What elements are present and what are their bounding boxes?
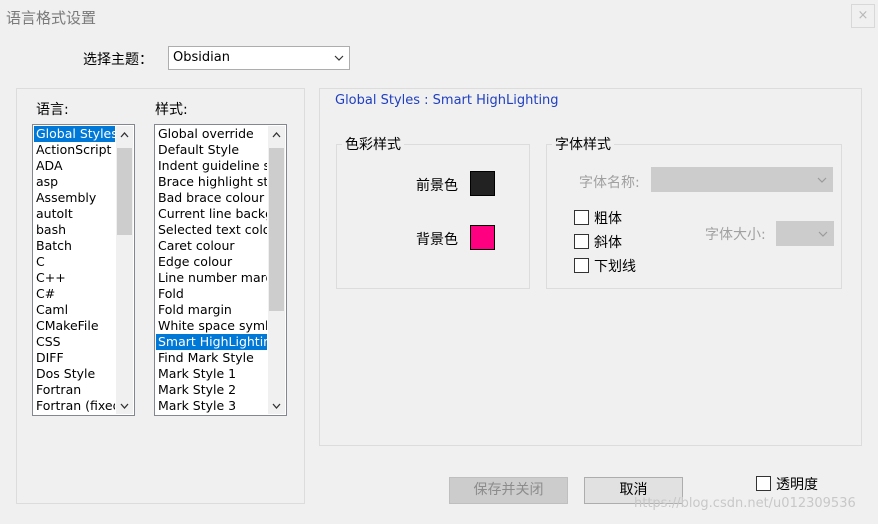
style-list-item[interactable]: Fold margin [156, 302, 267, 318]
font-name-select[interactable] [651, 167, 833, 192]
scroll-up-icon[interactable] [116, 126, 133, 143]
font-style-legend: 字体样式 [552, 134, 614, 154]
bold-label: 粗体 [594, 211, 622, 227]
language-list-item[interactable]: ActionScript [34, 142, 115, 158]
italic-checkbox[interactable] [574, 234, 589, 249]
language-list-item[interactable]: Fortran [34, 382, 115, 398]
style-list-item[interactable]: Indent guideline st [156, 158, 267, 174]
style-list-item[interactable]: Bad brace colour [156, 190, 267, 206]
style-list-item[interactable]: Default Style [156, 142, 267, 158]
language-list-item[interactable]: C++ [34, 270, 115, 286]
style-list-item[interactable]: Edge colour [156, 254, 267, 270]
style-list-item[interactable]: Selected text colou [156, 222, 267, 238]
background-color-swatch[interactable] [470, 225, 495, 250]
language-label: 语言: [36, 102, 69, 118]
language-list-item[interactable]: Assembly [34, 190, 115, 206]
language-list-item[interactable]: Batch [34, 238, 115, 254]
theme-select[interactable]: Obsidian [168, 46, 350, 70]
style-label: 样式: [155, 102, 188, 118]
scroll-down-icon[interactable] [116, 397, 133, 414]
font-name-label: 字体名称: [579, 175, 640, 191]
style-scrollbar[interactable] [268, 126, 285, 414]
scroll-down-icon[interactable] [268, 397, 285, 414]
transparency-label: 透明度 [776, 477, 818, 493]
font-size-select[interactable] [776, 221, 834, 246]
style-list-item[interactable]: Current line backgr [156, 206, 267, 222]
language-list-item[interactable]: Fortran (fixed [34, 398, 115, 414]
language-list-item[interactable]: ADA [34, 158, 115, 174]
language-list[interactable]: Global Styles ActionScript ADA asp Assembly a… [32, 124, 135, 416]
language-list-item[interactable]: Caml [34, 302, 115, 318]
theme-select-value: Obsidian [173, 50, 230, 65]
style-list-item[interactable]: Line number marg [156, 270, 267, 286]
close-icon: × [857, 8, 869, 23]
style-list-item[interactable]: Smart HighLighting [156, 334, 267, 350]
save-close-button[interactable]: 保存并关闭 [449, 477, 568, 504]
style-list-item[interactable]: Fold [156, 286, 267, 302]
chevron-down-icon [815, 168, 829, 191]
style-detail-title: Global Styles : Smart HighLighting [335, 93, 559, 108]
style-list-item[interactable]: White space symbo [156, 318, 267, 334]
language-scrollbar[interactable] [116, 126, 133, 414]
style-list-item[interactable]: Brace highlight styl [156, 174, 267, 190]
underline-checkbox[interactable] [574, 258, 589, 273]
close-button[interactable]: × [851, 4, 875, 28]
color-style-legend: 色彩样式 [342, 134, 404, 154]
italic-label: 斜体 [594, 235, 622, 251]
language-list-item[interactable]: DIFF [34, 350, 115, 366]
style-list-items: Global override Default Style Indent guide… [156, 126, 267, 414]
language-list-item[interactable]: bash [34, 222, 115, 238]
style-list-item[interactable]: Caret colour [156, 238, 267, 254]
chevron-down-icon [816, 222, 830, 245]
language-list-item[interactable]: C [34, 254, 115, 270]
foreground-color-label: 前景色 [416, 178, 458, 194]
style-list-item[interactable]: Mark Style 2 [156, 382, 267, 398]
style-list-item[interactable]: Mark Style 3 [156, 398, 267, 414]
style-scroll-thumb[interactable] [269, 148, 284, 311]
bold-checkbox[interactable] [574, 210, 589, 225]
chevron-down-icon [332, 47, 346, 69]
style-list-item[interactable]: Mark Style 1 [156, 366, 267, 382]
style-list-item[interactable]: Find Mark Style [156, 350, 267, 366]
language-list-items: Global Styles ActionScript ADA asp Assembly a… [34, 126, 115, 414]
language-list-item[interactable]: CSS [34, 334, 115, 350]
theme-label: 选择主题： [83, 52, 153, 68]
style-list-item[interactable]: Global override [156, 126, 267, 142]
language-list-item[interactable]: CMakeFile [34, 318, 115, 334]
watermark: https://blog.csdn.net/u012309536 [634, 496, 856, 511]
window-title: 语言格式设置 [6, 9, 97, 27]
font-style-group [546, 144, 842, 289]
foreground-color-swatch[interactable] [470, 171, 495, 196]
scroll-up-icon[interactable] [268, 126, 285, 143]
underline-label: 下划线 [594, 259, 636, 275]
language-list-item[interactable]: Dos Style [34, 366, 115, 382]
language-list-item[interactable]: Global Styles [34, 126, 115, 142]
language-list-item[interactable]: asp [34, 174, 115, 190]
background-color-label: 背景色 [416, 232, 458, 248]
font-size-label: 字体大小: [705, 227, 766, 243]
color-style-group [336, 144, 530, 289]
language-scroll-thumb[interactable] [117, 148, 132, 235]
style-list[interactable]: Global override Default Style Indent guide… [154, 124, 287, 416]
transparency-checkbox[interactable] [756, 476, 771, 491]
language-list-item[interactable]: C# [34, 286, 115, 302]
language-list-item[interactable]: autoIt [34, 206, 115, 222]
